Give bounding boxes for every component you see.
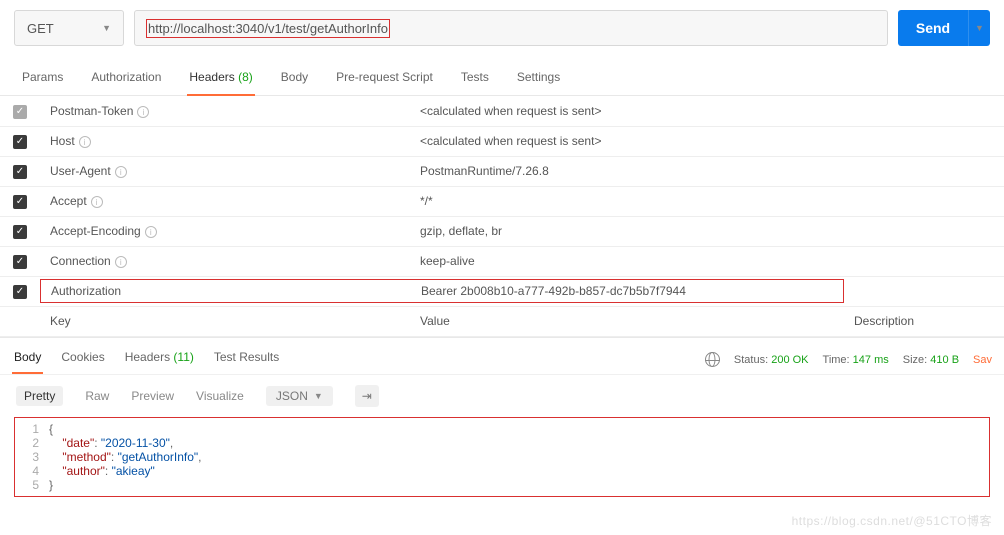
info-icon: i <box>115 166 127 178</box>
send-dropdown-button[interactable]: ▼ <box>968 10 990 46</box>
info-icon: i <box>115 256 127 268</box>
url-input[interactable]: http://localhost:3040/v1/test/getAuthorI… <box>134 10 888 46</box>
chevron-down-icon: ▼ <box>102 23 111 33</box>
wrap-lines-icon[interactable]: ⇥ <box>355 385 379 407</box>
table-row: Key Value Description <box>0 306 1004 336</box>
language-select[interactable]: JSON ▼ <box>266 386 333 406</box>
res-tab-body[interactable]: Body <box>12 346 43 374</box>
checkbox[interactable]: ✓ <box>13 135 27 149</box>
table-row: ✓ Hosti <calculated when request is sent… <box>0 126 1004 156</box>
header-value-cell[interactable]: Bearer 2b008b10-a777-492b-b857-dc7b5b7f7… <box>411 280 843 302</box>
checkbox[interactable]: ✓ <box>13 195 27 209</box>
info-icon: i <box>145 226 157 238</box>
response-tabs: Body Cookies Headers (11) Test Results <box>12 346 281 374</box>
checkbox[interactable]: ✓ <box>13 285 27 299</box>
key-input[interactable]: Key <box>40 306 410 336</box>
info-icon: i <box>137 106 149 118</box>
http-method-label: GET <box>27 21 54 36</box>
table-row: ✓ Connectioni keep-alive <box>0 246 1004 276</box>
response-body: 1{ 2 "date": "2020-11-30", 3 "method": "… <box>14 417 990 497</box>
view-raw[interactable]: Raw <box>85 389 109 403</box>
table-row: ✓ Accept-Encodingi gzip, deflate, br <box>0 216 1004 246</box>
table-row: ✓ Authorization Bearer 2b008b10-a777-492… <box>0 276 1004 306</box>
checkbox[interactable]: ✓ <box>13 165 27 179</box>
send-button[interactable]: Send <box>898 10 968 46</box>
view-pretty[interactable]: Pretty <box>16 386 63 406</box>
res-tab-cookies[interactable]: Cookies <box>59 346 106 374</box>
response-view-bar: Pretty Raw Preview Visualize JSON ▼ ⇥ <box>0 374 1004 417</box>
table-row: ✓ User-Agenti PostmanRuntime/7.26.8 <box>0 156 1004 186</box>
url-text: http://localhost:3040/v1/test/getAuthorI… <box>148 21 388 36</box>
watermark: https://blog.csdn.net/@51CTO博客 <box>792 512 992 529</box>
http-method-select[interactable]: GET ▼ <box>14 10 124 46</box>
table-row: ✓ Accepti */* <box>0 186 1004 216</box>
save-response-button[interactable]: Sav <box>973 354 992 366</box>
tab-params[interactable]: Params <box>20 64 65 95</box>
tab-pre-request-script[interactable]: Pre-request Script <box>334 64 435 95</box>
res-tab-headers[interactable]: Headers (11) <box>123 346 196 374</box>
checkbox[interactable]: ✓ <box>13 225 27 239</box>
chevron-down-icon: ▼ <box>314 391 323 401</box>
checkbox[interactable]: ✓ <box>13 255 27 269</box>
info-icon: i <box>91 196 103 208</box>
table-row: ✓ Postman-Tokeni <calculated when reques… <box>0 96 1004 126</box>
header-key-cell[interactable]: Authorization <box>41 280 411 302</box>
view-preview[interactable]: Preview <box>131 389 174 403</box>
tab-authorization[interactable]: Authorization <box>89 64 163 95</box>
tab-tests[interactable]: Tests <box>459 64 491 95</box>
headers-table: ✓ Postman-Tokeni <calculated when reques… <box>0 96 1004 337</box>
tab-body[interactable]: Body <box>279 64 310 95</box>
tab-headers[interactable]: Headers (8) <box>187 64 254 96</box>
request-tabs: Params Authorization Headers (8) Body Pr… <box>0 56 1004 96</box>
res-tab-test-results[interactable]: Test Results <box>212 346 281 374</box>
response-meta: Status: 200 OK Time: 147 ms Size: 410 B … <box>705 352 992 367</box>
globe-icon[interactable] <box>705 352 720 367</box>
info-icon: i <box>79 136 91 148</box>
chevron-down-icon: ▼ <box>975 23 984 33</box>
tab-settings[interactable]: Settings <box>515 64 562 95</box>
view-visualize[interactable]: Visualize <box>196 389 244 403</box>
value-input[interactable]: Value <box>410 306 844 336</box>
description-input[interactable]: Description <box>844 306 1004 336</box>
checkbox[interactable]: ✓ <box>13 105 27 119</box>
